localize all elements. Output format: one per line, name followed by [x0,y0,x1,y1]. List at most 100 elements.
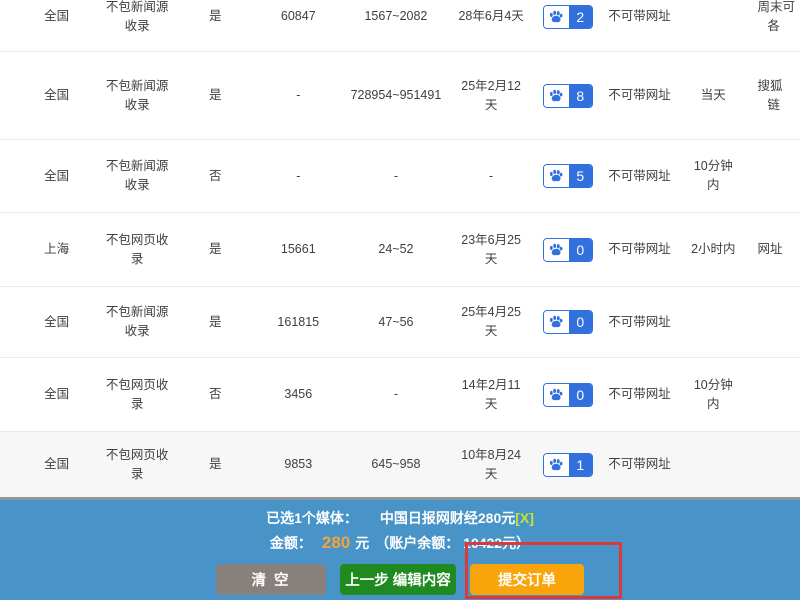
cell-text: 收录 [125,17,150,36]
cell-text: 3456 [284,385,312,404]
cell-region: 上海 [0,213,93,286]
cell-region: 全国 [0,0,93,42]
cell-flag: 是 [181,213,249,286]
cell-text: 全国 [44,385,69,404]
baidu-paw-badge: 0 [543,383,593,407]
selected-count-label: 已选1个媒体： [266,508,358,528]
cell-url-policy: 不可带网址 [598,0,681,42]
cell-text: 15661 [281,240,316,259]
cell-flag: 是 [181,287,249,357]
cell-baidu-weight: 8 [538,52,599,139]
cell-text: 内 [707,395,720,414]
cell-text: 28年6月4天 [458,7,523,26]
cell-text: 不包网页收 [106,376,169,395]
table-row[interactable]: 全国 不包新闻源收录 是 - 728954~951491 25年2月12天 8 [0,52,800,140]
cell-collect-range: 47~56 [347,287,445,357]
remove-media-link[interactable]: [X] [515,510,534,526]
baidu-paw-badge: 2 [543,5,593,29]
paw-count: 5 [569,165,592,187]
cell-text: 录 [131,465,144,484]
submit-order-button[interactable]: 提交订单 [470,564,584,595]
baidu-paw-icon [544,85,569,107]
cell-text: 是 [209,313,222,332]
table-row[interactable]: 全国 不包新闻源收录 否 - - - 5 不可带网址 10分钟内 [0,140,800,213]
cell-note: 周末可各 [746,0,800,42]
cell-text: 当天 [701,86,726,105]
cell-weight: - [249,52,347,139]
cell-baidu-weight: 5 [538,140,599,212]
clear-button[interactable]: 清 空 [216,564,326,595]
amount-unit: 元 [355,533,369,553]
cell-text: 不可带网址 [608,455,671,474]
table-row[interactable]: 上海 不包网页收录 是 15661 24~52 23年6月25天 0 不可带网 [0,213,800,287]
cell-baidu-weight: 0 [538,287,599,357]
table-row[interactable]: 全国 不包新闻源收录 是 60847 1567~2082 28年6月4天 2 [0,0,800,52]
cell-site-age: 23年6月25天 [445,213,538,286]
cell-text: 录 [131,250,144,269]
cell-publish-time [681,432,745,497]
cell-text: 1567~2082 [364,7,427,26]
cell-text: 是 [209,455,222,474]
paw-count: 0 [569,239,592,261]
cell-text: 否 [209,385,222,404]
cell-text: - [394,385,398,404]
cell-baidu-weight: 1 [538,432,599,497]
cell-inclusion-type: 不包网页收录 [93,213,181,286]
cell-text: 不包新闻源 [106,77,169,96]
cell-inclusion-type: 不包网页收录 [93,432,181,497]
cell-text: 不可带网址 [608,86,671,105]
cell-text: 不包新闻源 [106,157,169,176]
cell-inclusion-type: 不包新闻源收录 [93,0,181,42]
cell-region: 全国 [0,358,93,431]
baidu-paw-badge: 1 [543,453,593,477]
table-row[interactable]: 全国 不包网页收录 否 3456 - 14年2月11天 0 不可带网址 [0,358,800,432]
cell-note [746,287,800,357]
cell-text: 10分钟 [694,376,733,395]
cell-text: 全国 [44,7,69,26]
cell-text: 161815 [277,313,319,332]
cell-text: 收录 [125,176,150,195]
cell-text: 不包网页收 [106,231,169,250]
cell-flag: 否 [181,358,249,431]
cell-site-age: 25年2月12天 [445,52,538,139]
cell-publish-time: 10分钟内 [681,358,745,431]
cell-region: 全国 [0,287,93,357]
paw-count: 8 [569,85,592,107]
prev-step-button[interactable]: 上一步 编辑内容 [340,564,456,595]
cell-text: 2小时内 [691,240,735,259]
cell-text: 否 [209,167,222,186]
cell-note [746,140,800,212]
cell-weight: 9853 [249,432,347,497]
cell-text: 不包新闻源 [106,303,169,322]
cell-text: 不可带网址 [608,385,671,404]
cell-publish-time [681,287,745,357]
baidu-paw-icon [544,454,569,476]
amount-value: 280 [322,533,350,553]
cell-text: 10年8月24 [461,446,521,465]
cell-url-policy: 不可带网址 [598,432,681,497]
cell-text: 不可带网址 [608,7,671,26]
cell-text: 录 [131,395,144,414]
cell-weight: 3456 [249,358,347,431]
baidu-paw-badge: 8 [543,84,593,108]
table-row[interactable]: 全国 不包新闻源收录 是 161815 47~56 25年4月25天 0 不可 [0,287,800,358]
cell-text: 9853 [284,455,312,474]
account-balance-text: （账户余额： 10422元） [375,533,530,553]
cell-collect-range: - [347,140,445,212]
cell-publish-time: 当天 [681,52,745,139]
cell-text: 全国 [44,313,69,332]
cell-region: 全国 [0,432,93,497]
cell-text: 728954~951491 [351,86,442,105]
cell-note [746,432,800,497]
table-row[interactable]: 全国 不包网页收录 是 9853 645~958 10年8月24天 1 不可带 [0,432,800,497]
cell-flag: 是 [181,432,249,497]
cell-collect-range: 728954~951491 [347,52,445,139]
cell-text: 是 [209,240,222,259]
baidu-paw-icon [544,311,569,333]
cell-url-policy: 不可带网址 [598,140,681,212]
cell-inclusion-type: 不包网页收录 [93,358,181,431]
cell-text: 上海 [44,240,69,259]
baidu-paw-badge: 0 [543,238,593,262]
cell-text: 不可带网址 [608,167,671,186]
paw-count: 0 [569,311,592,333]
